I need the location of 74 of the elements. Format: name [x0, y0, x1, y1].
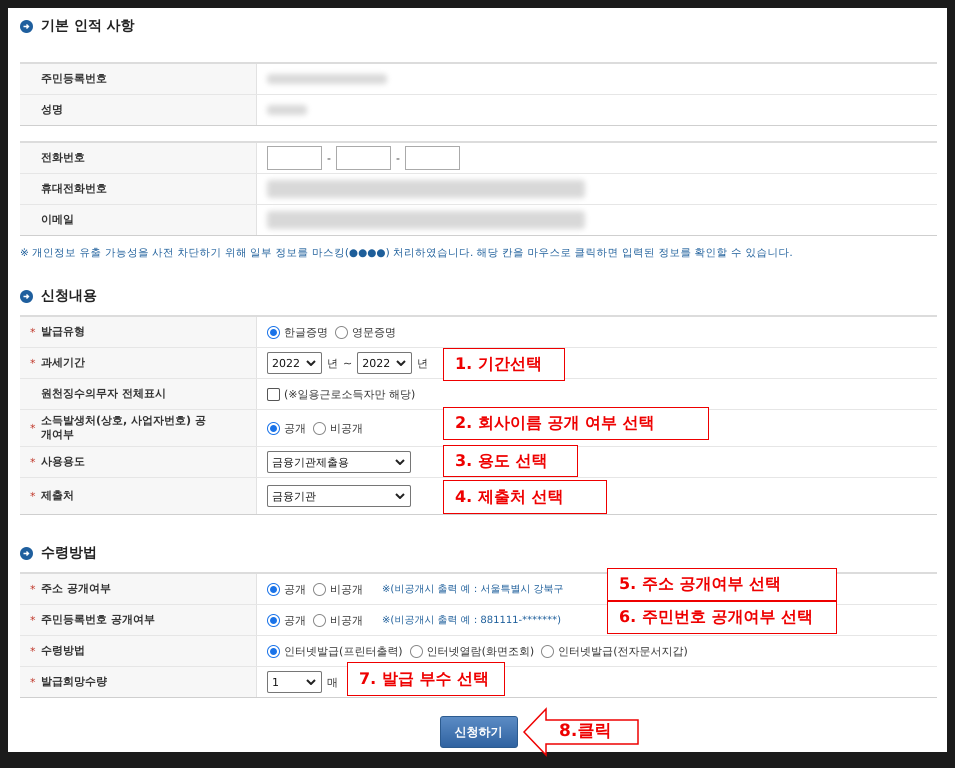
arrow-circle-icon	[20, 546, 33, 560]
field-label: 수령방법	[41, 643, 86, 659]
callout-box: 4. 제출처 선택	[443, 480, 607, 514]
required-mark: *	[30, 676, 36, 688]
required-mark: *	[30, 456, 36, 468]
phone-field[interactable]	[404, 146, 460, 170]
apply-button[interactable]: 신청하기	[440, 716, 518, 748]
phone-field[interactable]	[336, 146, 391, 170]
field-label: 주민등록번호 공개여부	[41, 612, 156, 628]
section-title: 신청내용	[41, 287, 97, 305]
dropdown[interactable]: 2022	[267, 352, 322, 374]
field-label: 발급유형	[41, 324, 86, 340]
required-mark: *	[30, 422, 36, 434]
dropdown[interactable]: 2022	[357, 352, 412, 374]
unit-label: 매	[327, 674, 338, 690]
section-title: 수령방법	[41, 544, 97, 562]
checkbox-option[interactable]: (※일용근로소득자만 해당)	[267, 386, 416, 402]
field-label: 주민등록번호	[41, 71, 108, 87]
radio-option[interactable]: 공개	[267, 612, 306, 628]
chevron-icon	[395, 493, 405, 499]
radio-option[interactable]: 비공개	[313, 420, 363, 436]
required-mark: *	[30, 490, 36, 502]
field-label: 주소 공개여부	[41, 581, 112, 597]
radio-option[interactable]: 인터넷열람(화면조회)	[410, 644, 534, 658]
radio-option[interactable]: 공개	[267, 420, 306, 436]
unit-label: -	[396, 152, 400, 164]
chevron-icon	[395, 459, 405, 465]
field-label: 제출처	[41, 488, 75, 504]
arrow-circle-icon	[20, 290, 33, 302]
field-label: 과세기간	[41, 355, 86, 371]
unit-label: 년	[417, 356, 428, 370]
privacy-note: ※ 개인정보 유출 가능성을 사전 차단하기 위해 일부 정보를 마스킹(●●●●) 처리하였습니다. 해당 칸을 마우스로 클릭하면 입력된 정보를 확인할 수 있습니다.	[20, 246, 794, 261]
phone-field[interactable]	[267, 146, 322, 170]
example-note: ※(비공개시 출력 예 : 서울특별시 강북구	[382, 583, 564, 596]
masked-value	[267, 105, 307, 115]
chevron-icon	[396, 360, 406, 366]
callout-box: 3. 용도 선택	[443, 445, 578, 477]
callout-label: 8.클릭	[559, 720, 612, 742]
arrow-circle-icon	[20, 20, 33, 32]
callout-box: 1. 기간선택	[443, 348, 565, 381]
field-label: 이메일	[41, 212, 75, 228]
required-mark: *	[30, 614, 36, 626]
radio-option[interactable]: 한글증명	[267, 324, 328, 340]
radio-option[interactable]: 공개	[267, 582, 306, 596]
unit-label: -	[327, 152, 331, 164]
field-label: 원천징수의무자 전체표시	[41, 386, 167, 402]
unit-label: ~	[343, 356, 352, 370]
callout-box: 6. 주민번호 공개여부 선택	[607, 601, 837, 634]
chevron-icon	[306, 679, 316, 685]
field-label: 전화번호	[41, 150, 86, 166]
dropdown[interactable]: 금융기관	[267, 485, 411, 507]
dropdown[interactable]: 1	[267, 671, 322, 693]
required-mark: *	[30, 326, 36, 338]
callout-box: 2. 회사이름 공개 여부 선택	[443, 407, 709, 440]
example-note: ※(비공개시 출력 예 : 881111-*******)	[382, 614, 562, 627]
field-label: 성명	[41, 102, 64, 118]
field-label: 소득발생처(상호, 사업자번호) 공개여부	[41, 413, 207, 443]
field-label: 사용용도	[41, 454, 86, 470]
required-mark: *	[30, 356, 36, 370]
radio-option[interactable]: 인터넷발급(프린터출력)	[267, 644, 403, 658]
radio-option[interactable]: 비공개	[313, 582, 363, 596]
field-label: 휴대전화번호	[41, 181, 108, 197]
callout-box: 5. 주소 공개여부 선택	[607, 568, 837, 601]
required-mark: *	[30, 582, 36, 596]
radio-option[interactable]: 인터넷발급(전자문서지갑)	[541, 644, 688, 658]
field-label: 발급희망수량	[41, 674, 108, 690]
unit-label: 년	[327, 356, 338, 370]
required-mark: *	[30, 644, 36, 658]
section-title: 기본 인적 사항	[41, 17, 135, 35]
callout-box: 7. 발급 부수 선택	[347, 662, 505, 696]
radio-option[interactable]: 비공개	[313, 612, 363, 628]
radio-option[interactable]: 영문증명	[335, 324, 396, 340]
chevron-icon	[306, 360, 316, 366]
dropdown[interactable]: 금융기관제출용	[267, 451, 411, 473]
